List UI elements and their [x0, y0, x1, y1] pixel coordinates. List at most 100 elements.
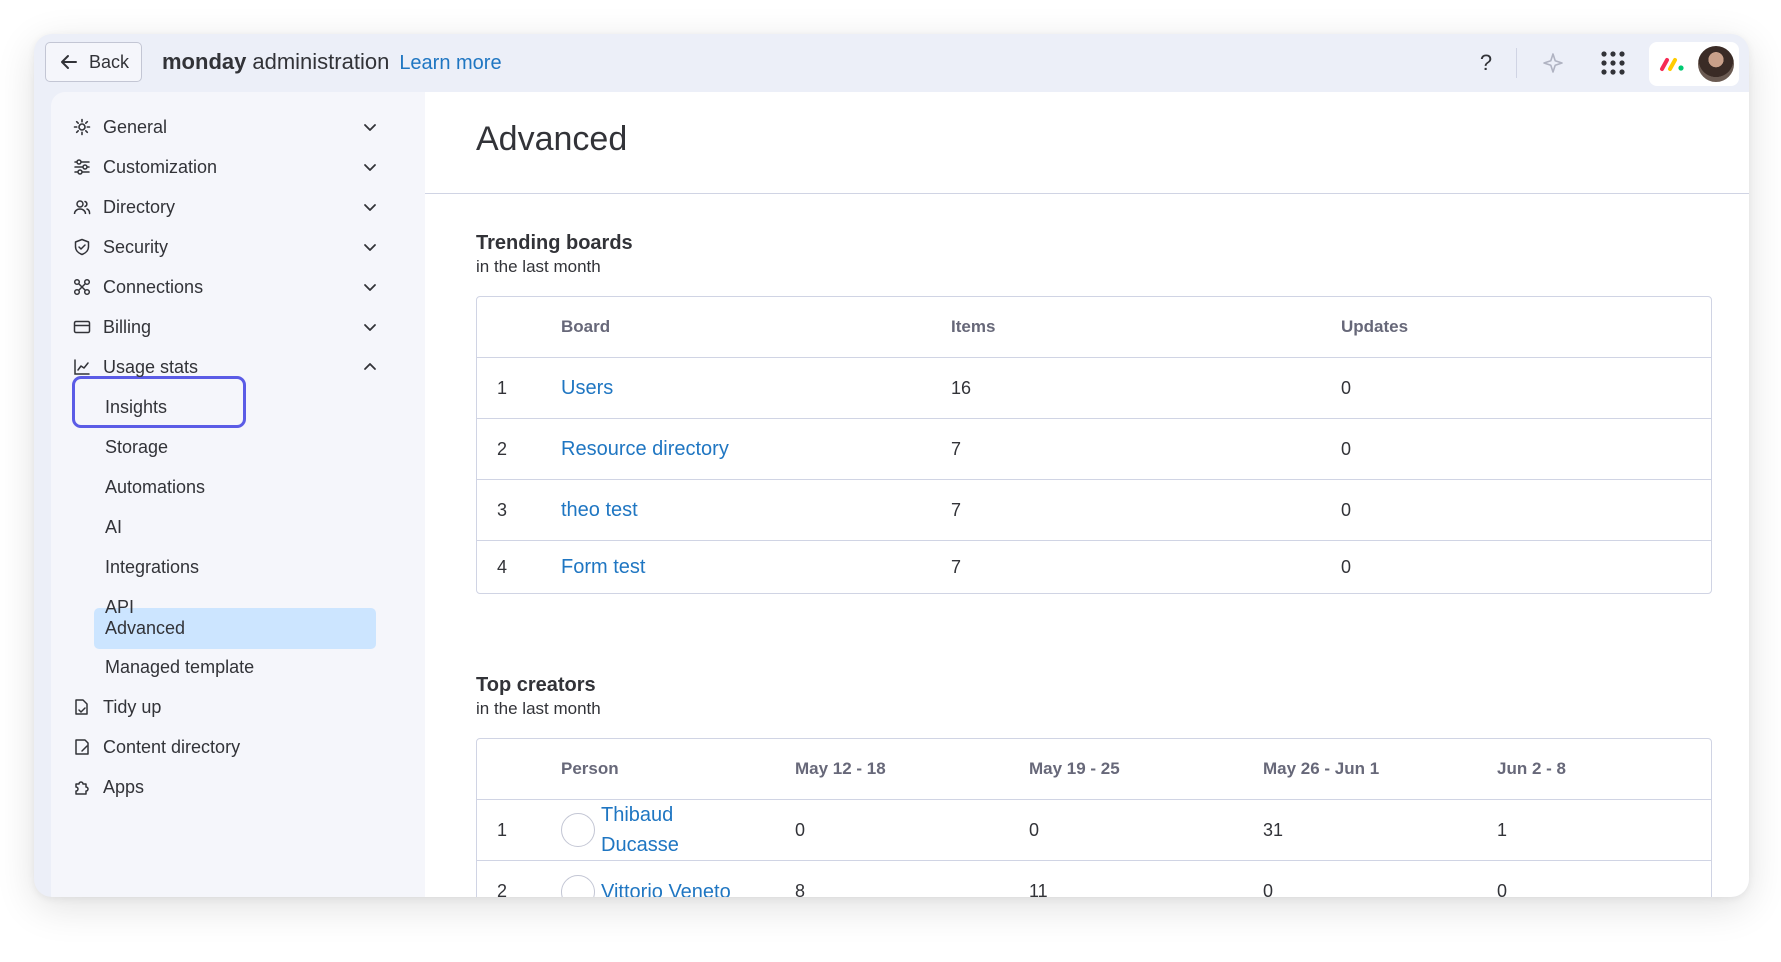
- person-first-name: Thibaud: [601, 804, 674, 826]
- chevron-down-icon: [364, 164, 376, 171]
- sliders-icon: [72, 157, 92, 177]
- board-link[interactable]: Form test: [561, 541, 645, 593]
- table-row: 4 Form test 7 0: [477, 541, 1711, 593]
- top-bar: Back monday administration Learn more ?: [34, 34, 1749, 92]
- broom-icon: [72, 697, 92, 717]
- chevron-down-icon: [364, 284, 376, 291]
- week-count: 0: [795, 819, 806, 840]
- column-header: Items: [951, 317, 996, 336]
- table-row: 3 theo test 7 0: [477, 480, 1711, 541]
- app-title-brand: monday: [162, 49, 247, 74]
- sub-item-managed-template[interactable]: Managed template: [105, 648, 254, 686]
- apps-grid-icon[interactable]: [1598, 48, 1628, 78]
- help-icon[interactable]: ?: [1471, 48, 1501, 78]
- sidebar-item-security[interactable]: Security: [72, 228, 380, 266]
- column-header: Updates: [1341, 317, 1409, 336]
- header-divider: [1516, 48, 1517, 78]
- column-header: May 26 - Jun 1: [1263, 759, 1380, 778]
- items-count: 16: [951, 377, 972, 398]
- board-link[interactable]: Resource directory: [561, 419, 729, 479]
- sub-item-advanced[interactable]: Advanced: [105, 609, 185, 647]
- sidebar-item-content-directory[interactable]: Content directory: [72, 728, 380, 766]
- table-row: 1 Thibaud Ducasse 0 0 31 1: [477, 800, 1711, 861]
- title-divider: [425, 193, 1749, 194]
- sub-item-insights[interactable]: Insights: [105, 388, 167, 426]
- sub-item-automations[interactable]: Automations: [105, 468, 205, 506]
- row-rank: 1: [497, 819, 508, 840]
- page-title: Advanced: [476, 120, 628, 158]
- table-header: Board Items Updates: [477, 297, 1711, 358]
- table-row: 2 Resource directory 7 0: [477, 419, 1711, 480]
- person-last-name: Ducasse: [601, 834, 679, 856]
- chart-icon: [72, 357, 92, 377]
- puzzle-icon: [72, 777, 92, 797]
- person-avatar[interactable]: [561, 874, 595, 897]
- week-count: 0: [1029, 819, 1040, 840]
- app-title: monday administration Learn more: [162, 49, 502, 75]
- sidebar-item-label: Apps: [103, 776, 145, 797]
- table-header: Person May 12 - 18 May 19 - 25 May 26 - …: [477, 739, 1711, 800]
- sidebar-item-label: General: [103, 116, 168, 137]
- back-button[interactable]: Back: [45, 42, 142, 82]
- trending-title: Trending boards: [476, 232, 633, 254]
- creators-title: Top creators: [476, 674, 596, 696]
- chevron-down-icon: [364, 204, 376, 211]
- users-icon: [72, 197, 92, 217]
- sub-item-integrations[interactable]: Integrations: [105, 548, 199, 586]
- row-rank: 2: [497, 881, 508, 897]
- sub-item-ai[interactable]: AI: [105, 508, 122, 546]
- sidebar-item-connections[interactable]: Connections: [72, 268, 380, 306]
- board-link[interactable]: Users: [561, 358, 613, 418]
- column-header: Board: [561, 317, 611, 336]
- learn-more-link[interactable]: Learn more: [399, 52, 501, 75]
- trending-boards-table: Board Items Updates 1 Users 16 0 2 Resou…: [476, 296, 1712, 594]
- updates-count: 0: [1341, 377, 1352, 398]
- monday-logo-icon: [1660, 58, 1684, 71]
- sidebar-item-tidy-up[interactable]: Tidy up: [72, 688, 380, 726]
- person-cell: Vittorio Veneto: [561, 861, 731, 897]
- items-count: 7: [951, 438, 962, 459]
- sparkle-icon[interactable]: [1538, 48, 1568, 78]
- chevron-down-icon: [364, 324, 376, 331]
- creators-subtitle: in the last month: [476, 699, 601, 718]
- sidebar-item-label: Usage stats: [103, 356, 199, 377]
- arrow-left-icon: [61, 55, 77, 69]
- sidebar-item-label: Tidy up: [103, 696, 162, 717]
- column-header: May 12 - 18: [795, 759, 886, 778]
- chevron-down-icon: [364, 124, 376, 131]
- week-count: 8: [795, 881, 806, 897]
- column-header: May 19 - 25: [1029, 759, 1120, 778]
- person-name-link[interactable]: Thibaud Ducasse: [601, 800, 679, 860]
- content-icon: [72, 737, 92, 757]
- items-count: 7: [951, 556, 962, 577]
- sidebar-item-label: Security: [103, 236, 169, 257]
- sidebar-item-directory[interactable]: Directory: [72, 188, 380, 226]
- sidebar-item-usage-stats[interactable]: Usage stats: [72, 348, 380, 386]
- sidebar-item-apps[interactable]: Apps: [72, 768, 380, 806]
- user-avatar[interactable]: [1696, 44, 1736, 84]
- table-row: 2 Vittorio Veneto 8 11 0 0: [477, 861, 1711, 897]
- credit-card-icon: [72, 317, 92, 337]
- row-rank: 3: [497, 499, 508, 520]
- chevron-down-icon: [364, 244, 376, 251]
- board-link[interactable]: theo test: [561, 480, 638, 540]
- week-count: 11: [1029, 881, 1048, 897]
- person-avatar[interactable]: [561, 813, 595, 847]
- week-count: 31: [1263, 819, 1284, 840]
- sub-item-storage[interactable]: Storage: [105, 428, 168, 466]
- sidebar-item-billing[interactable]: Billing: [72, 308, 380, 346]
- updates-count: 0: [1341, 556, 1352, 577]
- column-header: Person: [561, 759, 619, 778]
- week-count: 0: [1497, 881, 1508, 897]
- trending-subtitle: in the last month: [476, 257, 601, 276]
- sidebar-item-customization[interactable]: Customization: [72, 148, 380, 186]
- person-cell: Thibaud Ducasse: [561, 800, 679, 860]
- sidebar-item-label: Connections: [103, 276, 204, 297]
- column-header: Jun 2 - 8: [1497, 759, 1566, 778]
- app-title-rest: administration: [252, 49, 390, 74]
- app-window: Back monday administration Learn more ?: [34, 34, 1749, 897]
- sidebar-item-general[interactable]: General: [72, 108, 380, 146]
- row-rank: 4: [497, 556, 508, 577]
- chevron-up-icon: [364, 363, 376, 370]
- person-name-link[interactable]: Vittorio Veneto: [601, 877, 731, 898]
